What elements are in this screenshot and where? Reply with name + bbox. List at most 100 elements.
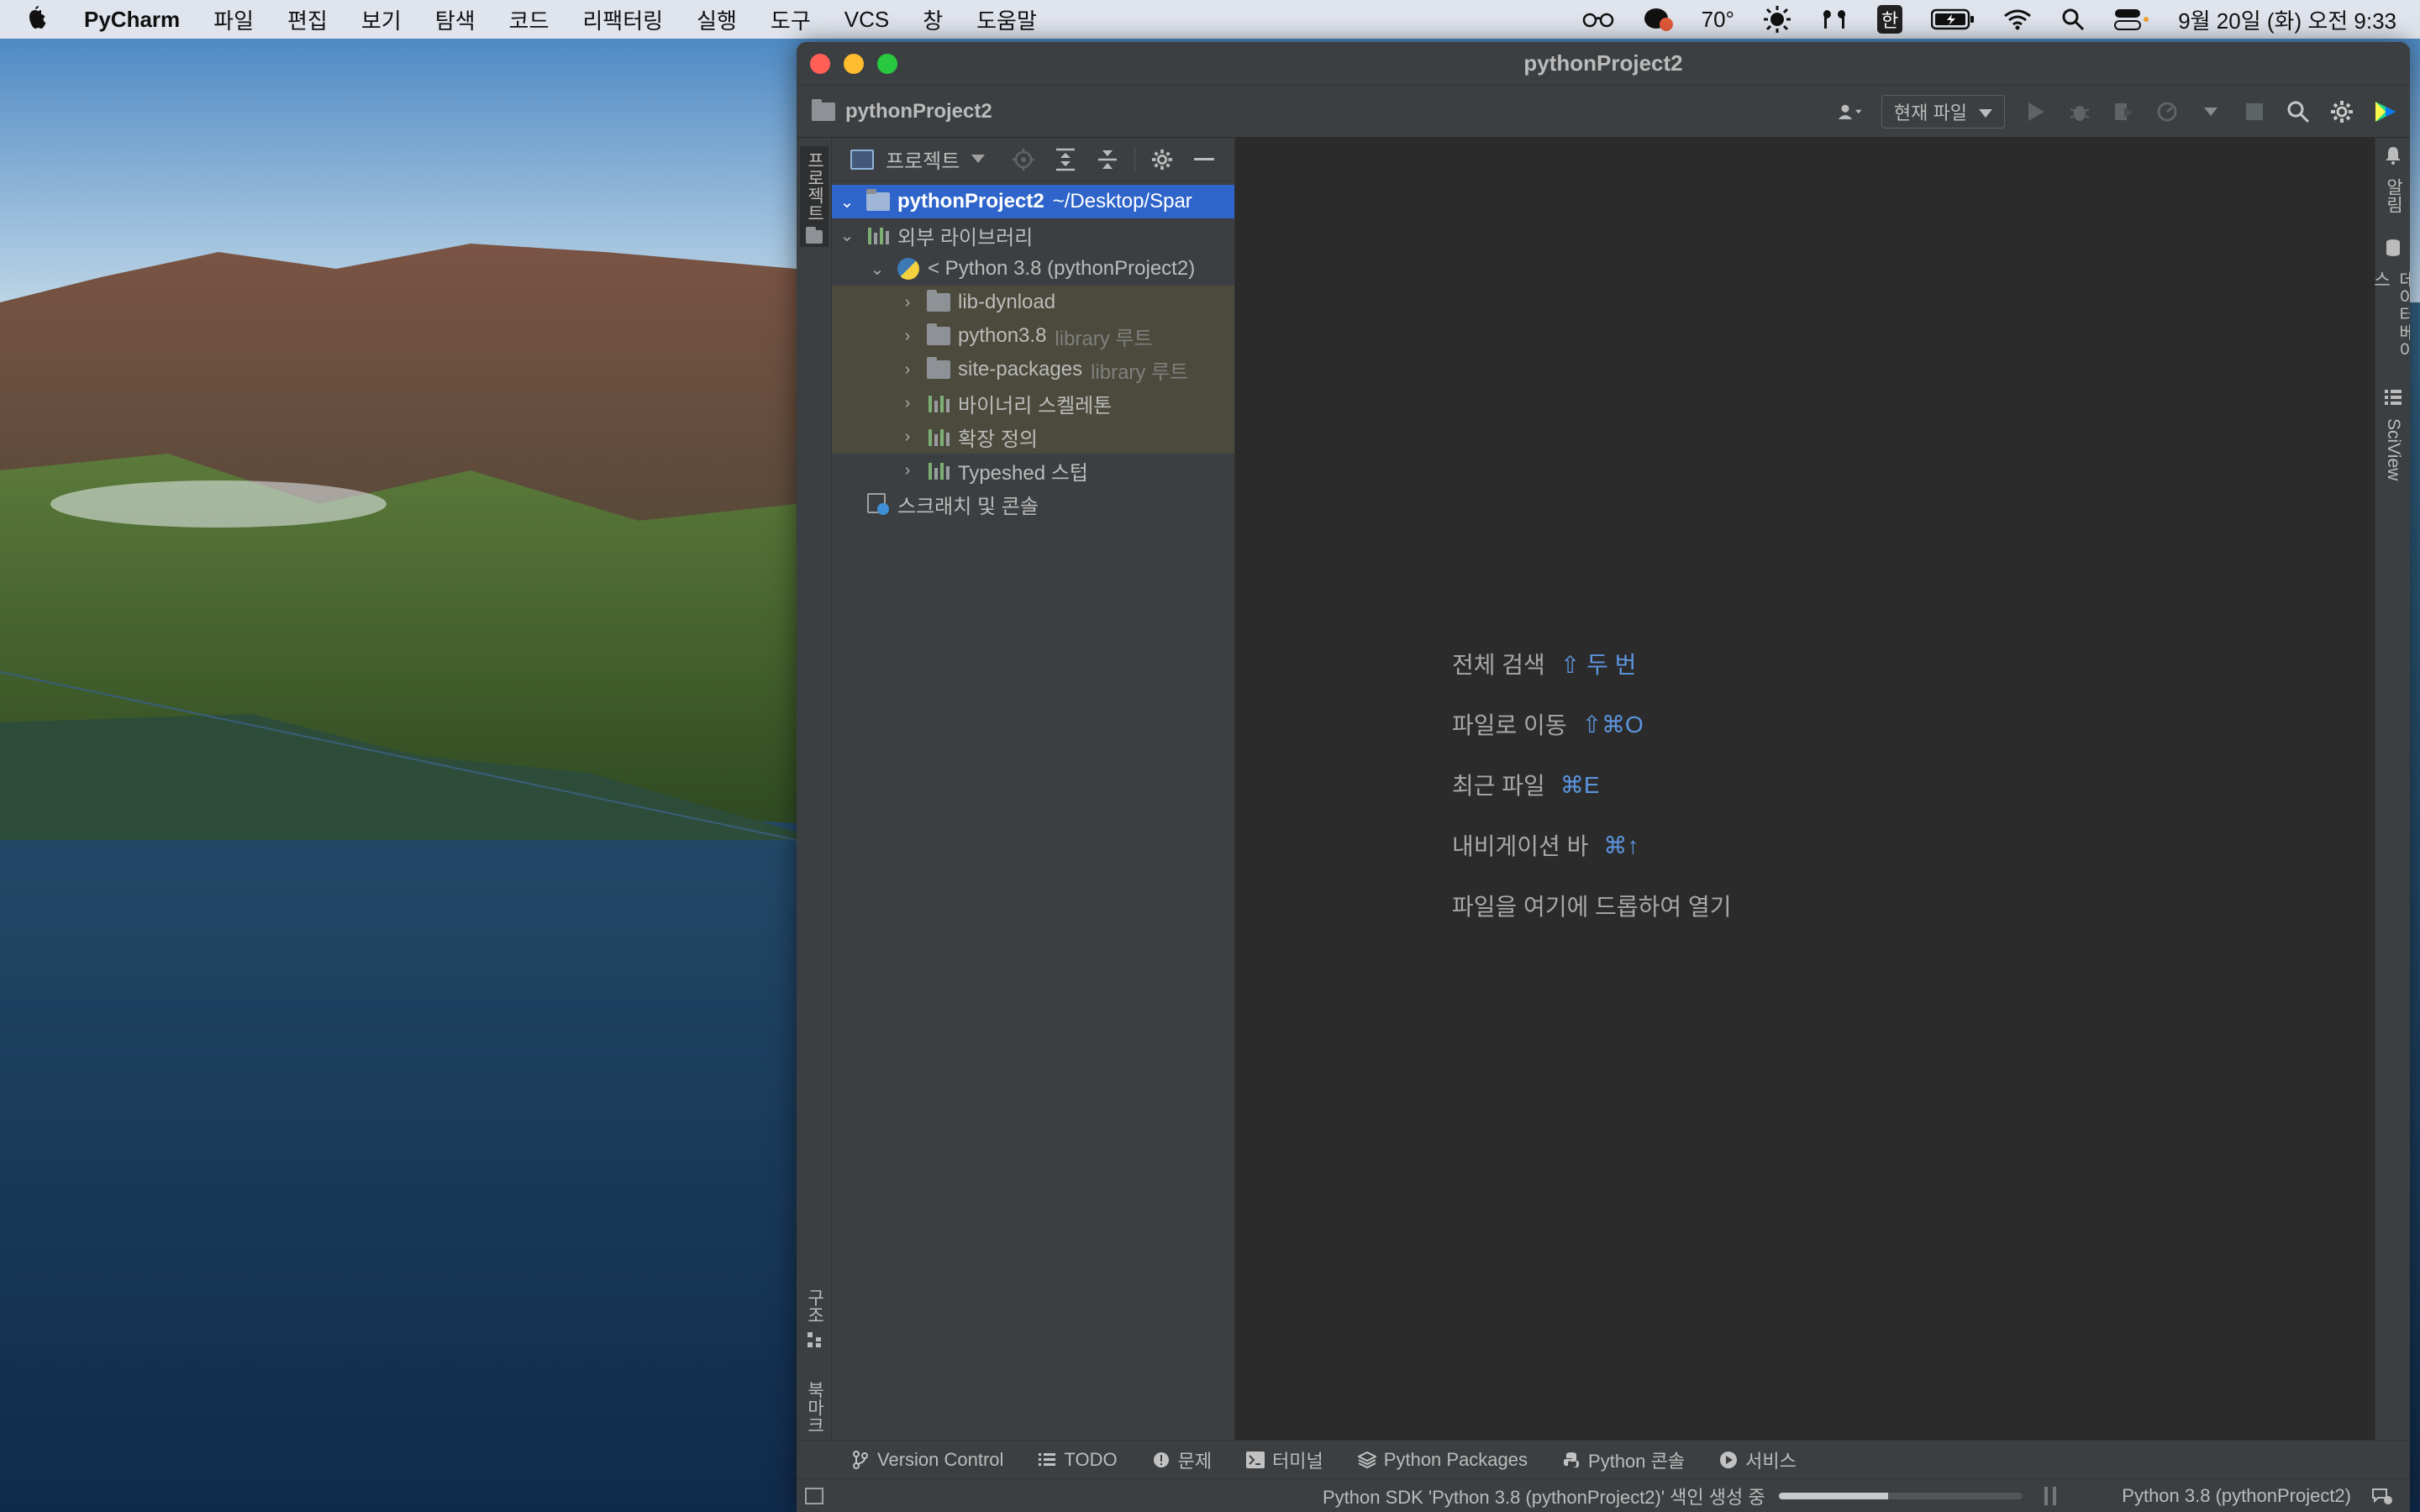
tree-item-label: lib-dynload — [958, 291, 1056, 313]
tab-problems[interactable]: 문제 — [1151, 1446, 1212, 1473]
expand-all-icon[interactable] — [1050, 144, 1081, 175]
tree-item-extension-definitions[interactable]: › 확장 정의 — [832, 420, 1234, 454]
sciview-tool-tab[interactable]: SciView — [2379, 390, 2407, 499]
toggle-tool-windows-icon[interactable] — [805, 1488, 823, 1504]
tree-item-lib-dynload[interactable]: › lib-dynload — [832, 286, 1234, 319]
minimize-window-button[interactable] — [844, 54, 864, 74]
tab-terminal[interactable]: 터미널 — [1245, 1446, 1323, 1473]
chevron-down-icon[interactable]: ⌄ — [837, 225, 857, 246]
chevron-down-icon[interactable]: ⌄ — [867, 259, 887, 280]
hide-panel-icon[interactable] — [1189, 144, 1219, 175]
indexing-progress-bar — [1778, 1493, 2023, 1499]
project-tool-tab[interactable]: 프로젝트 — [800, 146, 829, 247]
wifi-icon[interactable] — [2003, 5, 2032, 34]
tree-item-binary-skeletons[interactable]: › 바이너리 스켈레톤 — [832, 386, 1234, 420]
python-interpreter-selector[interactable]: Python 3.8 (pythonProject2) — [2122, 1479, 2351, 1512]
project-view-selector[interactable]: 프로젝트 — [886, 144, 960, 174]
menu-edit[interactable]: 편집 — [287, 4, 328, 35]
close-window-button[interactable] — [810, 54, 830, 74]
tree-item-python38[interactable]: › python3.8 library 루트 — [832, 319, 1234, 353]
collapse-all-icon[interactable] — [1092, 144, 1123, 175]
search-icon[interactable] — [2286, 99, 2311, 124]
app-menu-pycharm[interactable]: PyCharm — [84, 7, 180, 33]
tab-todo[interactable]: TODO — [1037, 1449, 1118, 1471]
apple-logo-icon[interactable] — [24, 5, 49, 34]
menu-window[interactable]: 창 — [923, 4, 943, 35]
tab-version-control[interactable]: Version Control — [850, 1449, 1003, 1471]
main-toolbar: 현재 파일 — [1838, 86, 2398, 138]
pause-icon[interactable] — [2044, 1487, 2056, 1505]
sun-icon[interactable] — [1763, 5, 1791, 34]
zoom-window-button[interactable] — [877, 54, 897, 74]
window-title-bar[interactable]: pythonProject2 — [797, 42, 2410, 86]
chevron-right-icon[interactable]: › — [897, 360, 918, 380]
menu-navigate[interactable]: 탐색 — [435, 4, 476, 35]
project-tool-tab-label: 프로젝트 — [805, 151, 824, 222]
folder-icon — [865, 189, 891, 212]
hint-shortcut: ⇧ 두 번 — [1560, 652, 1637, 678]
glasses-icon[interactable] — [1582, 5, 1614, 34]
menu-view[interactable]: 보기 — [361, 4, 402, 35]
chevron-right-icon[interactable]: › — [897, 428, 918, 447]
input-source-indicator[interactable]: 한 — [1876, 5, 1903, 34]
folder-icon — [926, 323, 951, 346]
background-task[interactable]: Python SDK 'Python 3.8 (pythonProject2)'… — [1323, 1479, 2056, 1512]
chevron-down-icon[interactable]: ⌄ — [837, 192, 857, 213]
structure-tool-tab[interactable]: 구조 — [800, 1289, 829, 1364]
hint-label: 파일을 여기에 드롭하여 열기 — [1452, 894, 1732, 920]
tree-item-project-root[interactable]: ⌄ pythonProject2 ~/Desktop/Spar — [832, 185, 1234, 218]
breadcrumb[interactable]: pythonProject2 — [812, 98, 992, 123]
structure-tool-tab-label: 구조 — [805, 1289, 824, 1324]
tree-item-python-sdk[interactable]: ⌄ < Python 3.8 (pythonProject2) — [832, 252, 1234, 286]
control-center-icon[interactable] — [2114, 5, 2149, 34]
spotlight-search-icon[interactable] — [2060, 5, 2086, 34]
tree-item-typeshed-stubs[interactable]: › Typeshed 스텁 — [832, 454, 1234, 487]
notifications-tool-tab[interactable]: 알림 — [2379, 146, 2407, 213]
tab-label: Version Control — [877, 1448, 1004, 1470]
editor-empty-area[interactable]: 전체 검색 ⇧ 두 번 파일로 이동 ⇧⌘O 최근 파일 ⌘E 내비게이션 바 … — [1235, 138, 2375, 1482]
chevron-right-icon[interactable]: › — [897, 327, 918, 346]
gear-icon[interactable] — [2329, 99, 2354, 124]
menu-file[interactable]: 파일 — [213, 4, 254, 35]
tree-item-scratches[interactable]: 스크래치 및 콘솔 — [832, 487, 1234, 521]
chevron-right-icon[interactable]: › — [897, 394, 918, 413]
folder-icon — [806, 227, 823, 244]
menu-vcs[interactable]: VCS — [844, 7, 889, 33]
chevron-right-icon[interactable]: › — [897, 293, 918, 312]
tab-python-console[interactable]: Python 콘솔 — [1561, 1446, 1685, 1473]
hint-search-everywhere: 전체 검색 ⇧ 두 번 — [1452, 633, 1731, 694]
project-view-icon — [850, 149, 874, 170]
chevron-down-icon[interactable] — [971, 152, 986, 167]
more-run-options-icon[interactable] — [2198, 99, 2223, 124]
chevron-right-icon[interactable]: › — [897, 461, 918, 480]
airpods-icon[interactable] — [1820, 5, 1849, 34]
hint-shortcut: ⌘E — [1560, 771, 1600, 798]
menu-help[interactable]: 도움말 — [976, 4, 1037, 35]
menu-run[interactable]: 실행 — [697, 4, 737, 35]
tree-item-external-libraries[interactable]: ⌄ 외부 라이브러리 — [832, 218, 1234, 252]
tree-item-site-packages[interactable]: › site-packages library 루트 — [832, 353, 1234, 386]
menu-tools[interactable]: 도구 — [771, 4, 811, 35]
jetbrains-toolbox-icon[interactable] — [2373, 99, 2398, 124]
user-account-icon[interactable] — [1838, 99, 1863, 124]
run-icon[interactable] — [2023, 99, 2049, 124]
locate-file-icon[interactable] — [1008, 144, 1039, 175]
breadcrumb-project: pythonProject2 — [845, 99, 992, 123]
menu-bar-clock[interactable]: 9월 20일 (화) 오전 9:33 — [2178, 4, 2396, 35]
gear-icon[interactable] — [1147, 144, 1177, 175]
menu-code[interactable]: 코드 — [509, 4, 550, 35]
menu-refactor[interactable]: 리팩터링 — [582, 4, 663, 35]
tab-services[interactable]: 서비스 — [1718, 1446, 1797, 1473]
tab-python-packages[interactable]: Python Packages — [1357, 1449, 1528, 1471]
weather-temp[interactable]: 70° — [1702, 5, 1734, 34]
battery-icon[interactable] — [1931, 5, 1975, 34]
debug-icon[interactable] — [2067, 99, 2092, 124]
run-with-coverage-icon[interactable] — [2111, 99, 2136, 124]
tree-item-label: Typeshed 스텁 — [958, 461, 1088, 485]
run-configuration-selector[interactable]: 현재 파일 — [1881, 95, 2005, 129]
stop-icon[interactable] — [2242, 99, 2267, 124]
database-tool-tab[interactable]: 데이터베이스 — [2371, 239, 2410, 365]
profile-icon[interactable] — [2154, 99, 2180, 124]
inspection-widget-icon[interactable] — [2371, 1486, 2393, 1506]
messenger-icon[interactable] — [1643, 5, 1673, 34]
